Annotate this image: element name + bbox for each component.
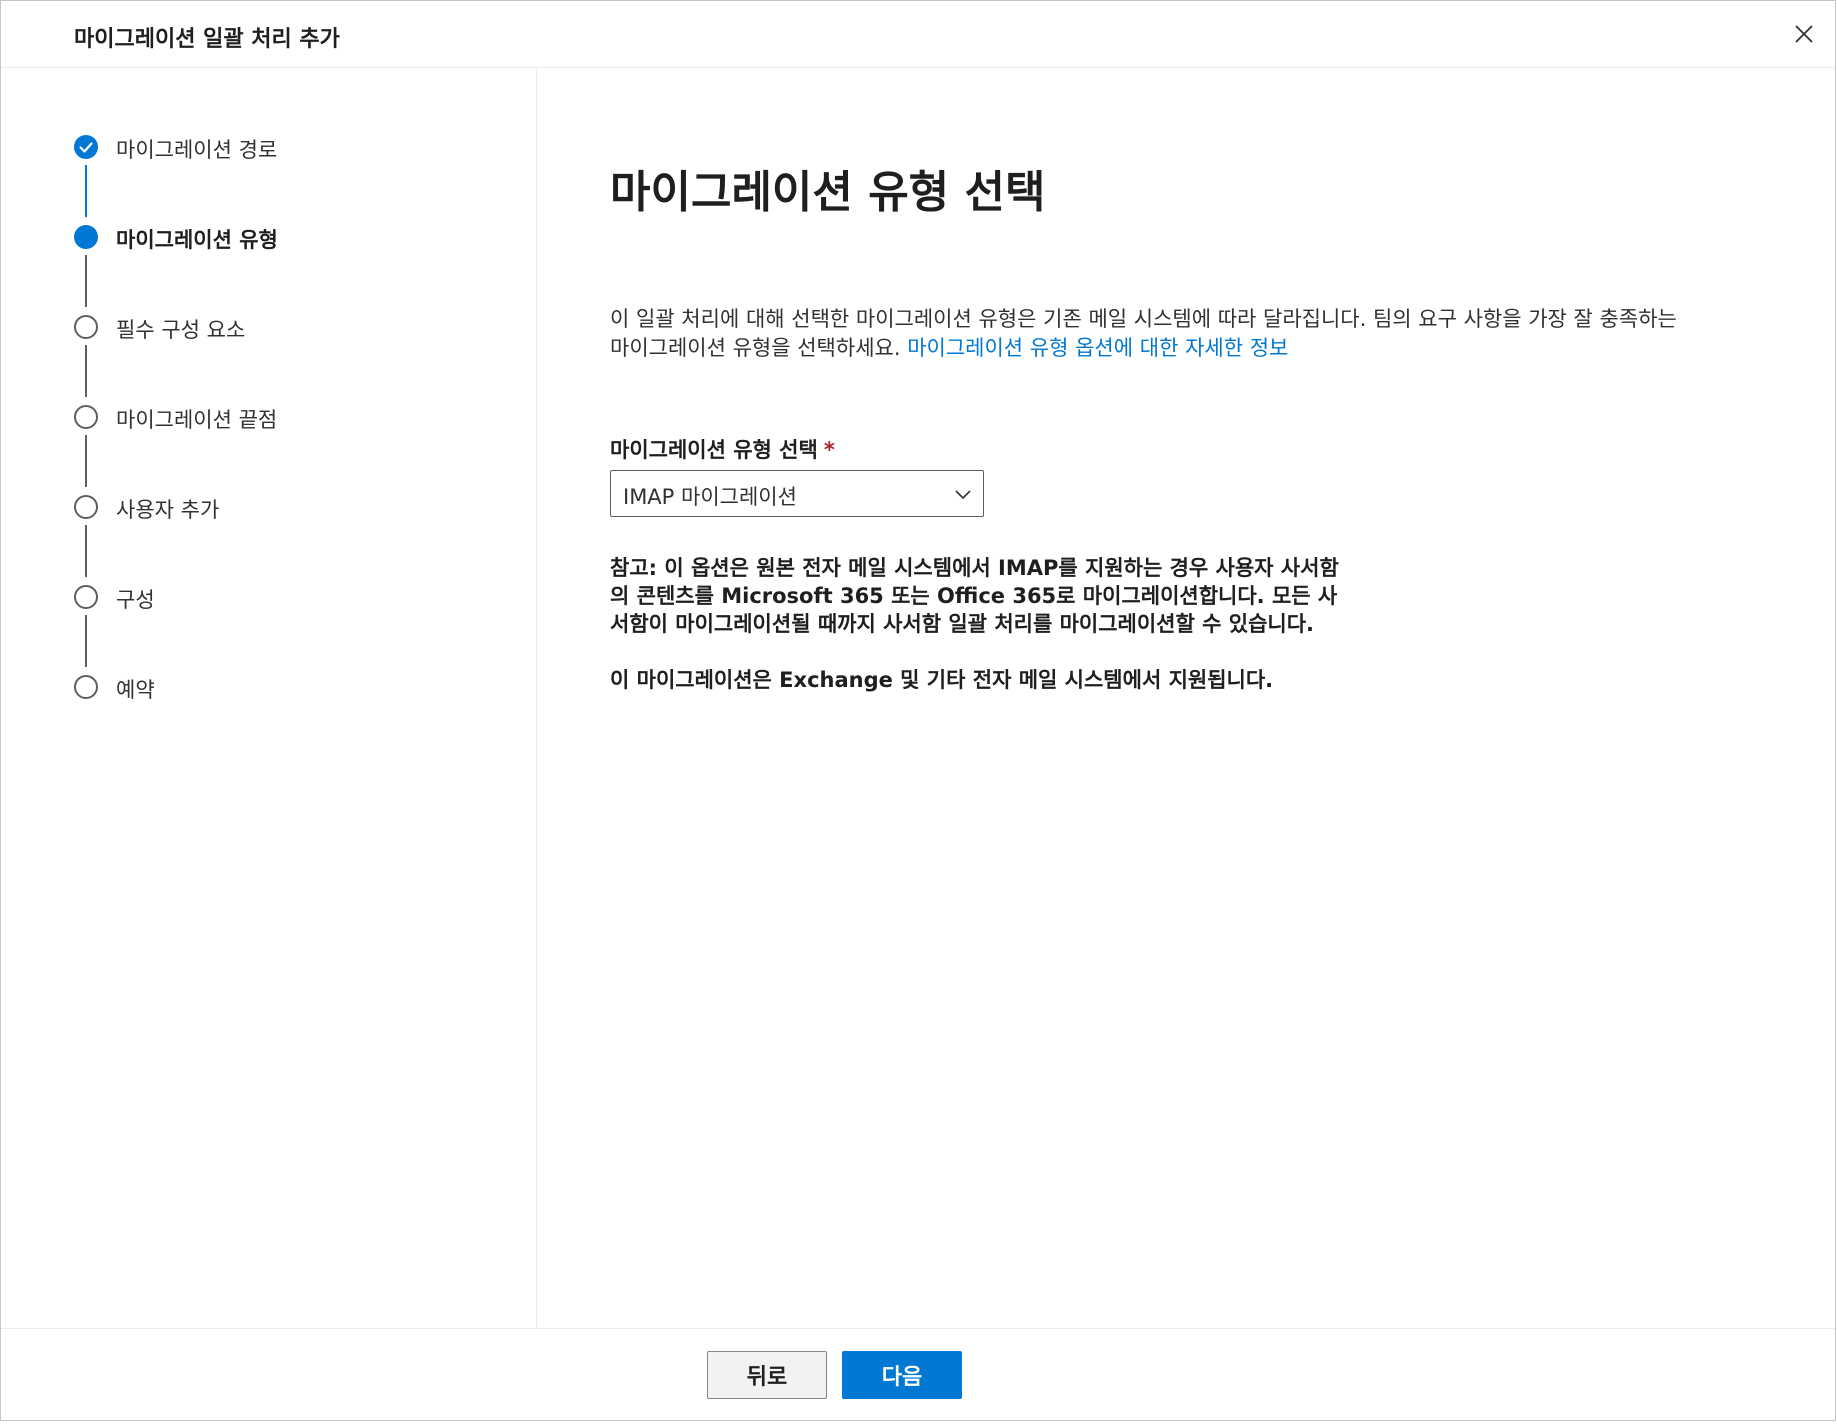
wizard-steps-sidebar: 마이그레이션 경로 마이그레이션 유형 필수 구성 요소 마이그레이션 끝점 사… — [1, 68, 537, 1328]
step-connector — [85, 615, 87, 667]
migration-type-dropdown[interactable]: IMAP 마이그레이션 — [610, 470, 984, 517]
close-icon — [1795, 25, 1813, 43]
back-button[interactable]: 뒤로 — [707, 1351, 827, 1399]
step-connector — [85, 525, 87, 577]
step-pending-indicator — [74, 585, 98, 609]
step-pending-indicator — [74, 315, 98, 339]
step-label: 필수 구성 요소 — [116, 318, 246, 342]
description: 이 일괄 처리에 대해 선택한 마이그레이션 유형은 기존 메일 시스템에 따라… — [610, 305, 1690, 363]
learn-more-link[interactable]: 마이그레이션 유형 옵션에 대한 자세한 정보 — [907, 336, 1288, 360]
chevron-down-icon — [955, 490, 971, 500]
step-connector — [85, 435, 87, 487]
note-paragraph: 이 마이그레이션은 Exchange 및 기타 전자 메일 시스템에서 지원됩니… — [610, 668, 1274, 692]
step-pending-indicator — [74, 405, 98, 429]
checkmark-icon — [79, 142, 93, 153]
step-label: 마이그레이션 유형 — [116, 228, 278, 252]
step-label: 구성 — [116, 588, 155, 612]
page-title: 마이그레이션 유형 선택 — [610, 167, 1046, 218]
field-label-text: 마이그레이션 유형 선택 — [610, 438, 818, 462]
note-paragraph: 참고: 이 옵션은 원본 전자 메일 시스템에서 IMAP를 지원하는 경우 사… — [610, 556, 1339, 636]
dropdown-selected-value: IMAP 마이그레이션 — [623, 485, 797, 509]
step-complete-indicator — [74, 135, 98, 159]
step-label: 마이그레이션 경로 — [116, 138, 278, 162]
panel-title: 마이그레이션 일괄 처리 추가 — [74, 27, 340, 52]
step-label: 예약 — [116, 678, 155, 702]
required-asterisk: * — [823, 438, 835, 462]
next-button[interactable]: 다음 — [842, 1351, 962, 1399]
main-content: 마이그레이션 유형 선택 이 일괄 처리에 대해 선택한 마이그레이션 유형은 … — [537, 68, 1835, 1328]
migration-batch-panel: 마이그레이션 일괄 처리 추가 마이그레이션 경로 마이그레이션 유형 필수 구… — [0, 0, 1836, 1421]
panel-footer: 뒤로 다음 — [1, 1328, 1835, 1420]
migration-note: 참고: 이 옵션은 원본 전자 메일 시스템에서 IMAP를 지원하는 경우 사… — [610, 554, 1350, 722]
step-label: 사용자 추가 — [116, 498, 220, 522]
step-connector — [85, 345, 87, 397]
close-button[interactable] — [1789, 19, 1819, 49]
step-pending-indicator — [74, 495, 98, 519]
step-connector — [85, 255, 87, 307]
step-connector — [85, 165, 87, 217]
step-pending-indicator — [74, 675, 98, 699]
panel-header: 마이그레이션 일괄 처리 추가 — [1, 1, 1835, 68]
migration-type-label: 마이그레이션 유형 선택 * — [610, 434, 835, 464]
step-label: 마이그레이션 끝점 — [116, 408, 278, 432]
step-current-indicator — [74, 225, 98, 249]
